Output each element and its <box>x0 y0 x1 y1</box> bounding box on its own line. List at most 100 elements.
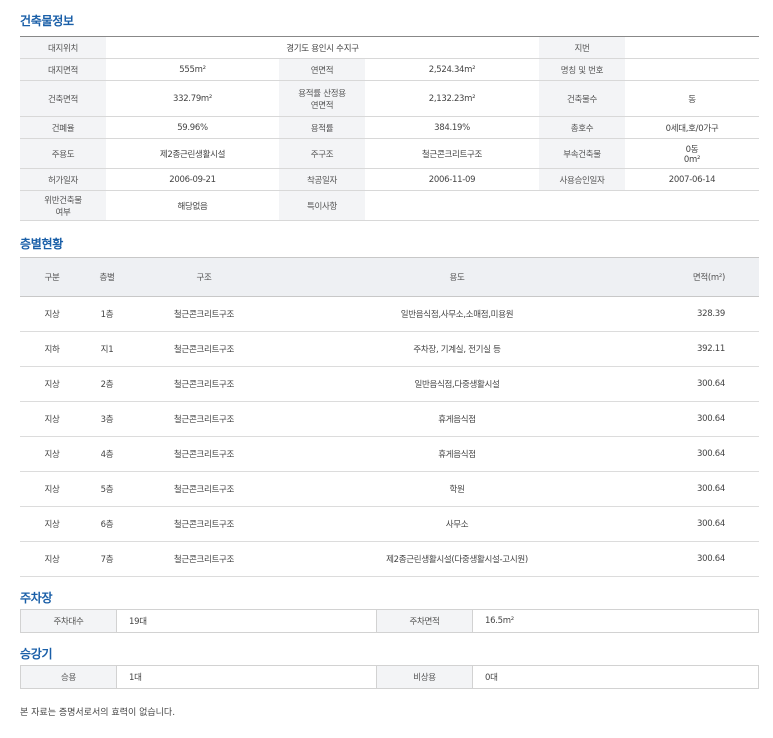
building-info-table: 대지위치 경기도 용인시 수지구 지번 대지면적 555m² 연면적 2,524.34m² 명… <box>20 36 759 221</box>
info-value: 2,524.34m² <box>365 58 539 81</box>
floors-cell: 2층 <box>84 366 130 402</box>
floors-cell: 휴게음식점 <box>278 401 636 437</box>
floors-cell: 300.64 <box>636 541 759 577</box>
info-value: 59.96% <box>106 116 279 139</box>
floors-cell: 철근콘크리트구조 <box>130 401 278 437</box>
floors-cell: 6층 <box>84 506 130 542</box>
floors-cell: 지상 <box>20 436 84 472</box>
floors-cell: 지1 <box>84 331 130 367</box>
info-row: 허가일자 2006-09-21 착공일자 2006-11-09 사용승인일자 2007-0… <box>20 168 759 191</box>
floors-header-cell: 층별 <box>84 257 130 297</box>
floors-cell: 7층 <box>84 541 130 577</box>
floors-cell: 학원 <box>278 471 636 507</box>
parking-area-value: 16.5m² <box>472 609 759 633</box>
info-label: 지번 <box>539 36 625 59</box>
floors-header-cell: 용도 <box>278 257 636 297</box>
info-label: 명칭 및 번호 <box>539 58 625 81</box>
info-label: 대지면적 <box>20 58 106 81</box>
floors-cell: 지상 <box>20 541 84 577</box>
parking-table: 주차대수 19대 주차면적 16.5m² <box>20 609 759 633</box>
parking-count-value: 19대 <box>116 609 377 633</box>
info-row: 대지위치 경기도 용인시 수지구 지번 <box>20 36 759 59</box>
info-label: 연면적 <box>279 58 365 81</box>
info-label: 총호수 <box>539 116 625 139</box>
floors-cell: 300.64 <box>636 471 759 507</box>
table-row: 지상 1층 철근콘크리트구조 일반음식점,사무소,소매점,미용원 328.39 <box>20 296 759 332</box>
info-row: 위반건축물 여부 해당없음 특이사항 <box>20 190 759 221</box>
floors-cell: 철근콘크리트구조 <box>130 436 278 472</box>
info-row: 대지면적 555m² 연면적 2,524.34m² 명칭 및 번호 <box>20 58 759 81</box>
floors-cell: 1층 <box>84 296 130 332</box>
floors-cell: 300.64 <box>636 366 759 402</box>
floors-cell: 392.11 <box>636 331 759 367</box>
floors-cell: 3층 <box>84 401 130 437</box>
floors-cell: 지하 <box>20 331 84 367</box>
floors-cell: 300.64 <box>636 436 759 472</box>
floors-cell: 사무소 <box>278 506 636 542</box>
floors-cell: 지상 <box>20 366 84 402</box>
info-label: 건축물수 <box>539 80 625 117</box>
table-row: 지하 지1 철근콘크리트구조 주차장, 기계실, 전기실 등 392.11 <box>20 331 759 367</box>
footer-note: 본 자료는 증명서로서의 효력이 없습니다. <box>20 708 176 718</box>
info-value: 0세대,호/0가구 <box>625 116 759 139</box>
parking-title: 주차장 <box>20 591 53 605</box>
parking-area-label: 주차면적 <box>376 609 473 633</box>
floors-cell: 주차장, 기계실, 전기실 등 <box>278 331 636 367</box>
info-value: 384.19% <box>365 116 539 139</box>
elevator-passenger-value: 1대 <box>116 665 377 689</box>
floors-cell: 철근콘크리트구조 <box>130 366 278 402</box>
info-label: 허가일자 <box>20 168 106 191</box>
floors-cell: 지상 <box>20 401 84 437</box>
info-label: 주용도 <box>20 138 106 169</box>
info-label: 대지위치 <box>20 36 106 59</box>
floors-title: 층별현황 <box>20 237 63 251</box>
info-label: 착공일자 <box>279 168 365 191</box>
floors-cell: 철근콘크리트구조 <box>130 471 278 507</box>
elevator-title: 승강기 <box>20 647 53 661</box>
info-row: 주용도 제2종근린생활시설 주구조 철근콘크리트구조 부속건축물 0동 0m² <box>20 138 759 169</box>
info-value: 동 <box>625 80 759 117</box>
table-row: 지상 2층 철근콘크리트구조 일반음식점,다중생활시설 300.64 <box>20 366 759 402</box>
info-value: 2006-11-09 <box>365 168 539 191</box>
floors-header-cell: 면적(m²) <box>636 257 759 297</box>
floors-cell: 철근콘크리트구조 <box>130 296 278 332</box>
info-value: 2007-06-14 <box>625 168 759 191</box>
floors-cell: 휴게음식점 <box>278 436 636 472</box>
info-value: 555m² <box>106 58 279 81</box>
info-label: 용적률 <box>279 116 365 139</box>
building-info-title: 건축물정보 <box>20 14 74 28</box>
info-value <box>625 36 759 59</box>
floors-cell: 5층 <box>84 471 130 507</box>
table-row: 지상 6층 철근콘크리트구조 사무소 300.64 <box>20 506 759 542</box>
floors-header-cell: 구분 <box>20 257 84 297</box>
floors-cell: 300.64 <box>636 506 759 542</box>
floors-cell: 철근콘크리트구조 <box>130 331 278 367</box>
info-value <box>365 190 759 221</box>
info-value: 경기도 용인시 수지구 <box>106 36 539 59</box>
info-label: 위반건축물 여부 <box>20 190 106 221</box>
table-row: 지상 4층 철근콘크리트구조 휴게음식점 300.64 <box>20 436 759 472</box>
info-value: 2,132.23m² <box>365 80 539 117</box>
elevator-table: 승용 1대 비상용 0대 <box>20 665 759 689</box>
floors-cell: 일반음식점,사무소,소매점,미용원 <box>278 296 636 332</box>
floors-cell: 300.64 <box>636 401 759 437</box>
floors-cell: 328.39 <box>636 296 759 332</box>
floors-table: 구분 층별 구조 용도 면적(m²) 지상 1층 철근콘크리트구조 일반음식점,사무소,소매점… <box>20 257 759 577</box>
info-value <box>625 58 759 81</box>
info-value: 2006-09-21 <box>106 168 279 191</box>
info-row: 건축면적 332.79m² 용적률 산정용 연면적 2,132.23m² 건축물수 동 <box>20 80 759 117</box>
parking-count-label: 주차대수 <box>20 609 117 633</box>
elevator-emergency-value: 0대 <box>472 665 759 689</box>
floors-cell: 4층 <box>84 436 130 472</box>
floors-cell: 제2종근린생활시설(다중생활시설-고시원) <box>278 541 636 577</box>
info-row: 건폐율 59.96% 용적률 384.19% 총호수 0세대,호/0가구 <box>20 116 759 139</box>
elevator-passenger-label: 승용 <box>20 665 117 689</box>
floors-cell: 지상 <box>20 471 84 507</box>
info-label: 특이사항 <box>279 190 365 221</box>
table-row: 지상 3층 철근콘크리트구조 휴게음식점 300.64 <box>20 401 759 437</box>
info-label: 용적률 산정용 연면적 <box>279 80 365 117</box>
info-value: 제2종근린생활시설 <box>106 138 279 169</box>
info-value: 0동 0m² <box>625 138 759 169</box>
info-label: 주구조 <box>279 138 365 169</box>
floors-cell: 일반음식점,다중생활시설 <box>278 366 636 402</box>
